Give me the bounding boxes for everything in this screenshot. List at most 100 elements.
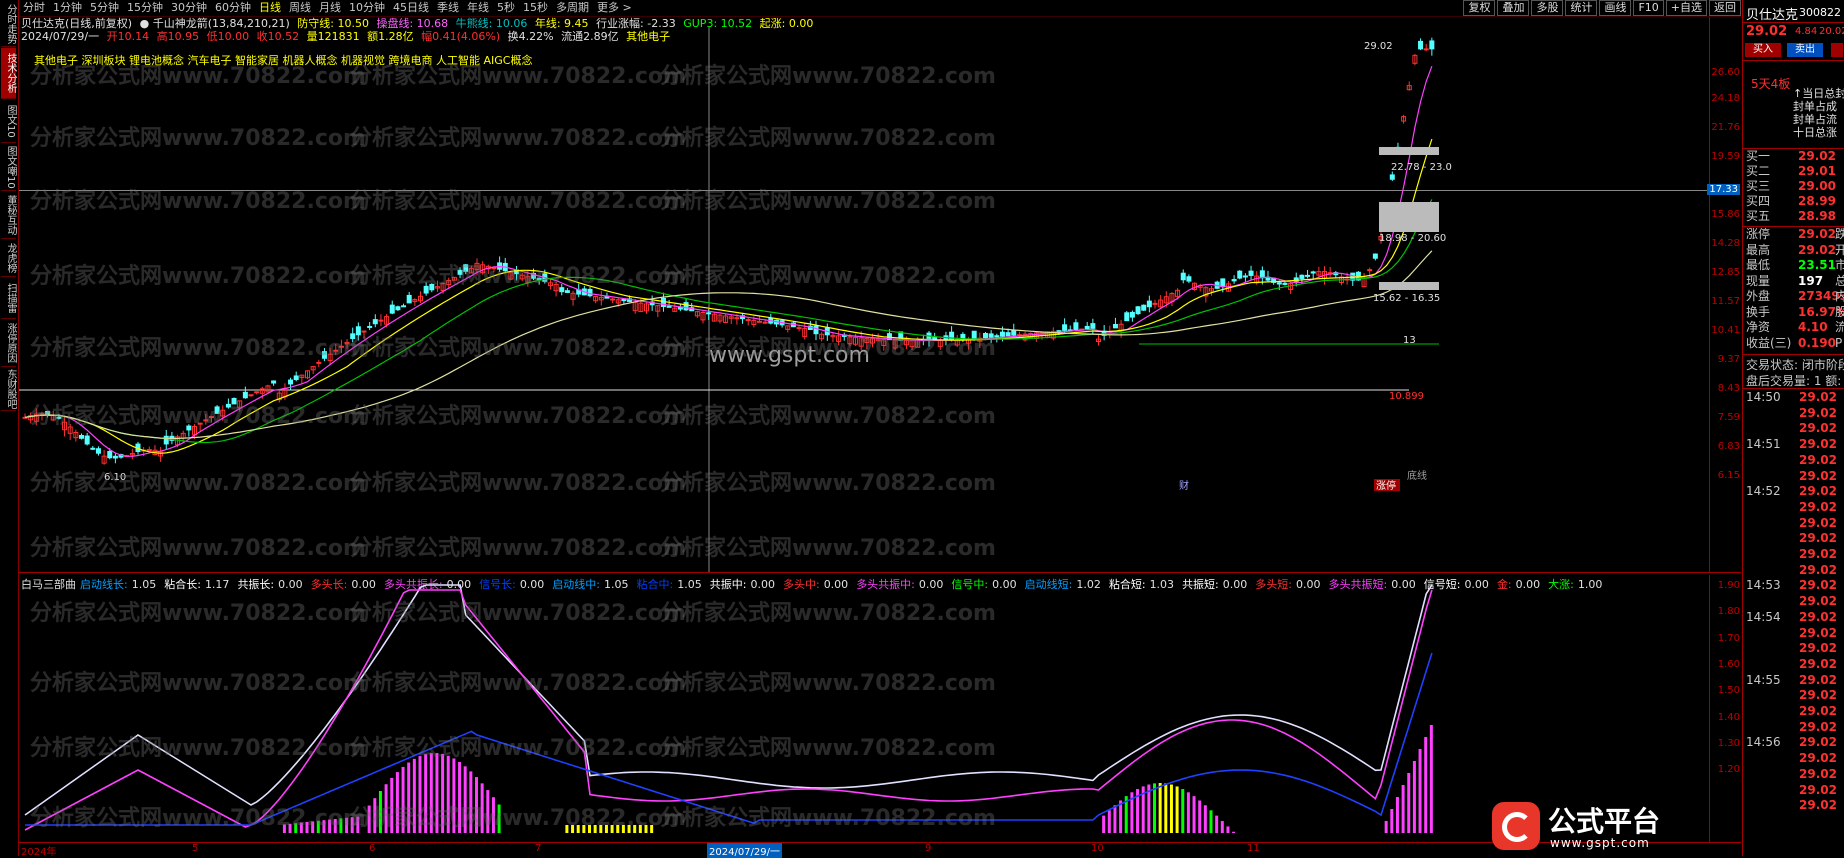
sub-indicator-chart[interactable] xyxy=(19,575,1709,842)
ma-line-long xyxy=(24,199,1433,444)
toolbar-button-0[interactable]: 复权 xyxy=(1463,0,1496,16)
candle-body xyxy=(84,435,90,445)
period-14[interactable]: 15秒 xyxy=(519,0,552,16)
tick-price: 29.02 xyxy=(1799,437,1837,452)
period-6[interactable]: 日线 xyxy=(255,0,285,16)
sell-button[interactable]: 卖出 xyxy=(1787,43,1823,57)
toolbar-button-4[interactable]: 画线 xyxy=(1599,0,1632,16)
candle-body xyxy=(1011,329,1017,336)
candle-body xyxy=(378,319,384,322)
tick-row: 14:51 29.02 xyxy=(1743,436,1844,452)
candle-body xyxy=(242,391,248,399)
limit-up-badge: 涨停 xyxy=(1376,479,1396,492)
tick-list[interactable]: 14:50 29.02 29.02 29.02 14:51 29.02 29.02 29.02… xyxy=(1743,389,1844,819)
left-tab-0[interactable]: 分时走势 xyxy=(1,2,16,47)
stat-value: 197 xyxy=(1798,273,1824,288)
period-10[interactable]: 45日线 xyxy=(389,0,433,16)
candle-body xyxy=(762,321,768,324)
toolbar-button-7[interactable]: 返回 xyxy=(1709,0,1741,16)
signal-bar xyxy=(1390,809,1394,833)
candle-body xyxy=(186,425,192,431)
candle-body xyxy=(429,283,435,291)
sub-y-tick-label: 1.40 xyxy=(1717,711,1740,723)
tick-row: 29.02 xyxy=(1743,750,1844,766)
signal-bar xyxy=(1407,773,1411,833)
candle-body xyxy=(1276,282,1282,285)
signal-bar xyxy=(1102,815,1106,833)
candle-body xyxy=(361,330,367,333)
left-tab-6[interactable]: 扫描雷 xyxy=(1,278,16,319)
toolbar-button-5[interactable]: F10 xyxy=(1633,0,1664,16)
signal-bar xyxy=(333,819,337,833)
signal-bar xyxy=(395,772,399,833)
period-15[interactable]: 多周期 xyxy=(552,0,593,16)
tick-row: 14:55 29.02 xyxy=(1743,672,1844,688)
stat-value: 4.10 xyxy=(1798,320,1828,334)
period-5[interactable]: 60分钟 xyxy=(211,0,255,16)
period-3[interactable]: 15分钟 xyxy=(123,0,167,16)
left-tab-4[interactable]: 董秘互动 xyxy=(1,192,16,239)
signal-bar xyxy=(1181,789,1185,833)
signal-bar xyxy=(616,825,620,833)
stat-row: 最低 23.51 市 xyxy=(1743,258,1844,273)
tick-row: 29.02 xyxy=(1743,530,1844,546)
signal-bar xyxy=(1107,810,1111,833)
tick-price: 29.02 xyxy=(1799,798,1837,813)
toolbar-button-3[interactable]: 统计 xyxy=(1565,0,1598,16)
left-tab-5[interactable]: 龙虎榜 xyxy=(1,240,16,277)
signal-bar xyxy=(322,820,326,833)
candle-body xyxy=(1305,274,1311,277)
toolbar-button-2[interactable]: 多股 xyxy=(1531,0,1564,16)
period-4[interactable]: 30分钟 xyxy=(167,0,211,16)
signal-bar xyxy=(650,825,654,833)
y-tick-label: 19.59 xyxy=(1711,150,1740,162)
period-1[interactable]: 1分钟 xyxy=(49,0,86,16)
signal-bar xyxy=(412,758,416,833)
finance-marker: 财 xyxy=(1179,479,1189,492)
period-8[interactable]: 月线 xyxy=(315,0,345,16)
candle-body xyxy=(757,320,762,323)
period-12[interactable]: 年线 xyxy=(463,0,493,16)
signal-bar xyxy=(373,798,377,833)
tick-row: 29.02 xyxy=(1743,719,1844,735)
period-0[interactable]: 分时 xyxy=(19,0,49,16)
panel-divider xyxy=(19,572,1741,573)
tick-price: 29.02 xyxy=(1799,499,1837,514)
candle-body xyxy=(1186,276,1192,282)
tick-price: 29.02 xyxy=(1799,735,1837,750)
toolbar-button-6[interactable]: +自选 xyxy=(1665,0,1707,16)
period-2[interactable]: 5分钟 xyxy=(86,0,123,16)
stat-row: 净资 4.10 流 xyxy=(1743,320,1844,335)
period-13[interactable]: 5秒 xyxy=(493,0,519,16)
tick-price: 29.02 xyxy=(1799,782,1837,797)
period-16[interactable]: 更多 > xyxy=(593,0,636,16)
candle-body xyxy=(1090,323,1096,329)
left-tab-1[interactable]: 技术分析 xyxy=(1,48,16,99)
candle-body xyxy=(1084,325,1090,330)
left-tab-7[interactable]: 涨停原因 xyxy=(1,320,16,367)
y-tick-label: 7.59 xyxy=(1717,411,1740,423)
tick-time: 14:53 xyxy=(1746,578,1781,593)
period-9[interactable]: 10分钟 xyxy=(345,0,389,16)
buy-button[interactable]: 买入 xyxy=(1745,43,1781,57)
left-tab-2[interactable]: 图文10 xyxy=(1,100,16,143)
bid-label: 买三 xyxy=(1746,179,1771,193)
stat-extra: 总 xyxy=(1835,273,1844,288)
candlestick-chart[interactable]: 22.78 - 23.0 18.98 - 20.60 15.62 - 16.35 29… xyxy=(19,17,1709,572)
period-11[interactable]: 季线 xyxy=(433,0,463,16)
signal-bar xyxy=(1232,831,1236,833)
signal-bar xyxy=(328,819,332,833)
left-tab-3[interactable]: 图文嘲10 xyxy=(1,144,16,191)
signal-bar xyxy=(401,766,405,833)
period-7[interactable]: 周线 xyxy=(285,0,315,16)
left-tab-8[interactable]: 东财股吧 xyxy=(1,368,16,411)
signal-bar xyxy=(1424,737,1428,833)
tick-row: 29.02 xyxy=(1743,797,1844,813)
candle-body xyxy=(587,288,593,297)
toolbar-button-1[interactable]: 叠加 xyxy=(1497,0,1530,16)
x-tick-label: 5 xyxy=(192,843,199,854)
more-icon[interactable] xyxy=(1831,43,1843,57)
candle-body xyxy=(271,380,277,384)
tick-row: 14:53 29.02 xyxy=(1743,577,1844,593)
candle-body xyxy=(1389,174,1395,180)
